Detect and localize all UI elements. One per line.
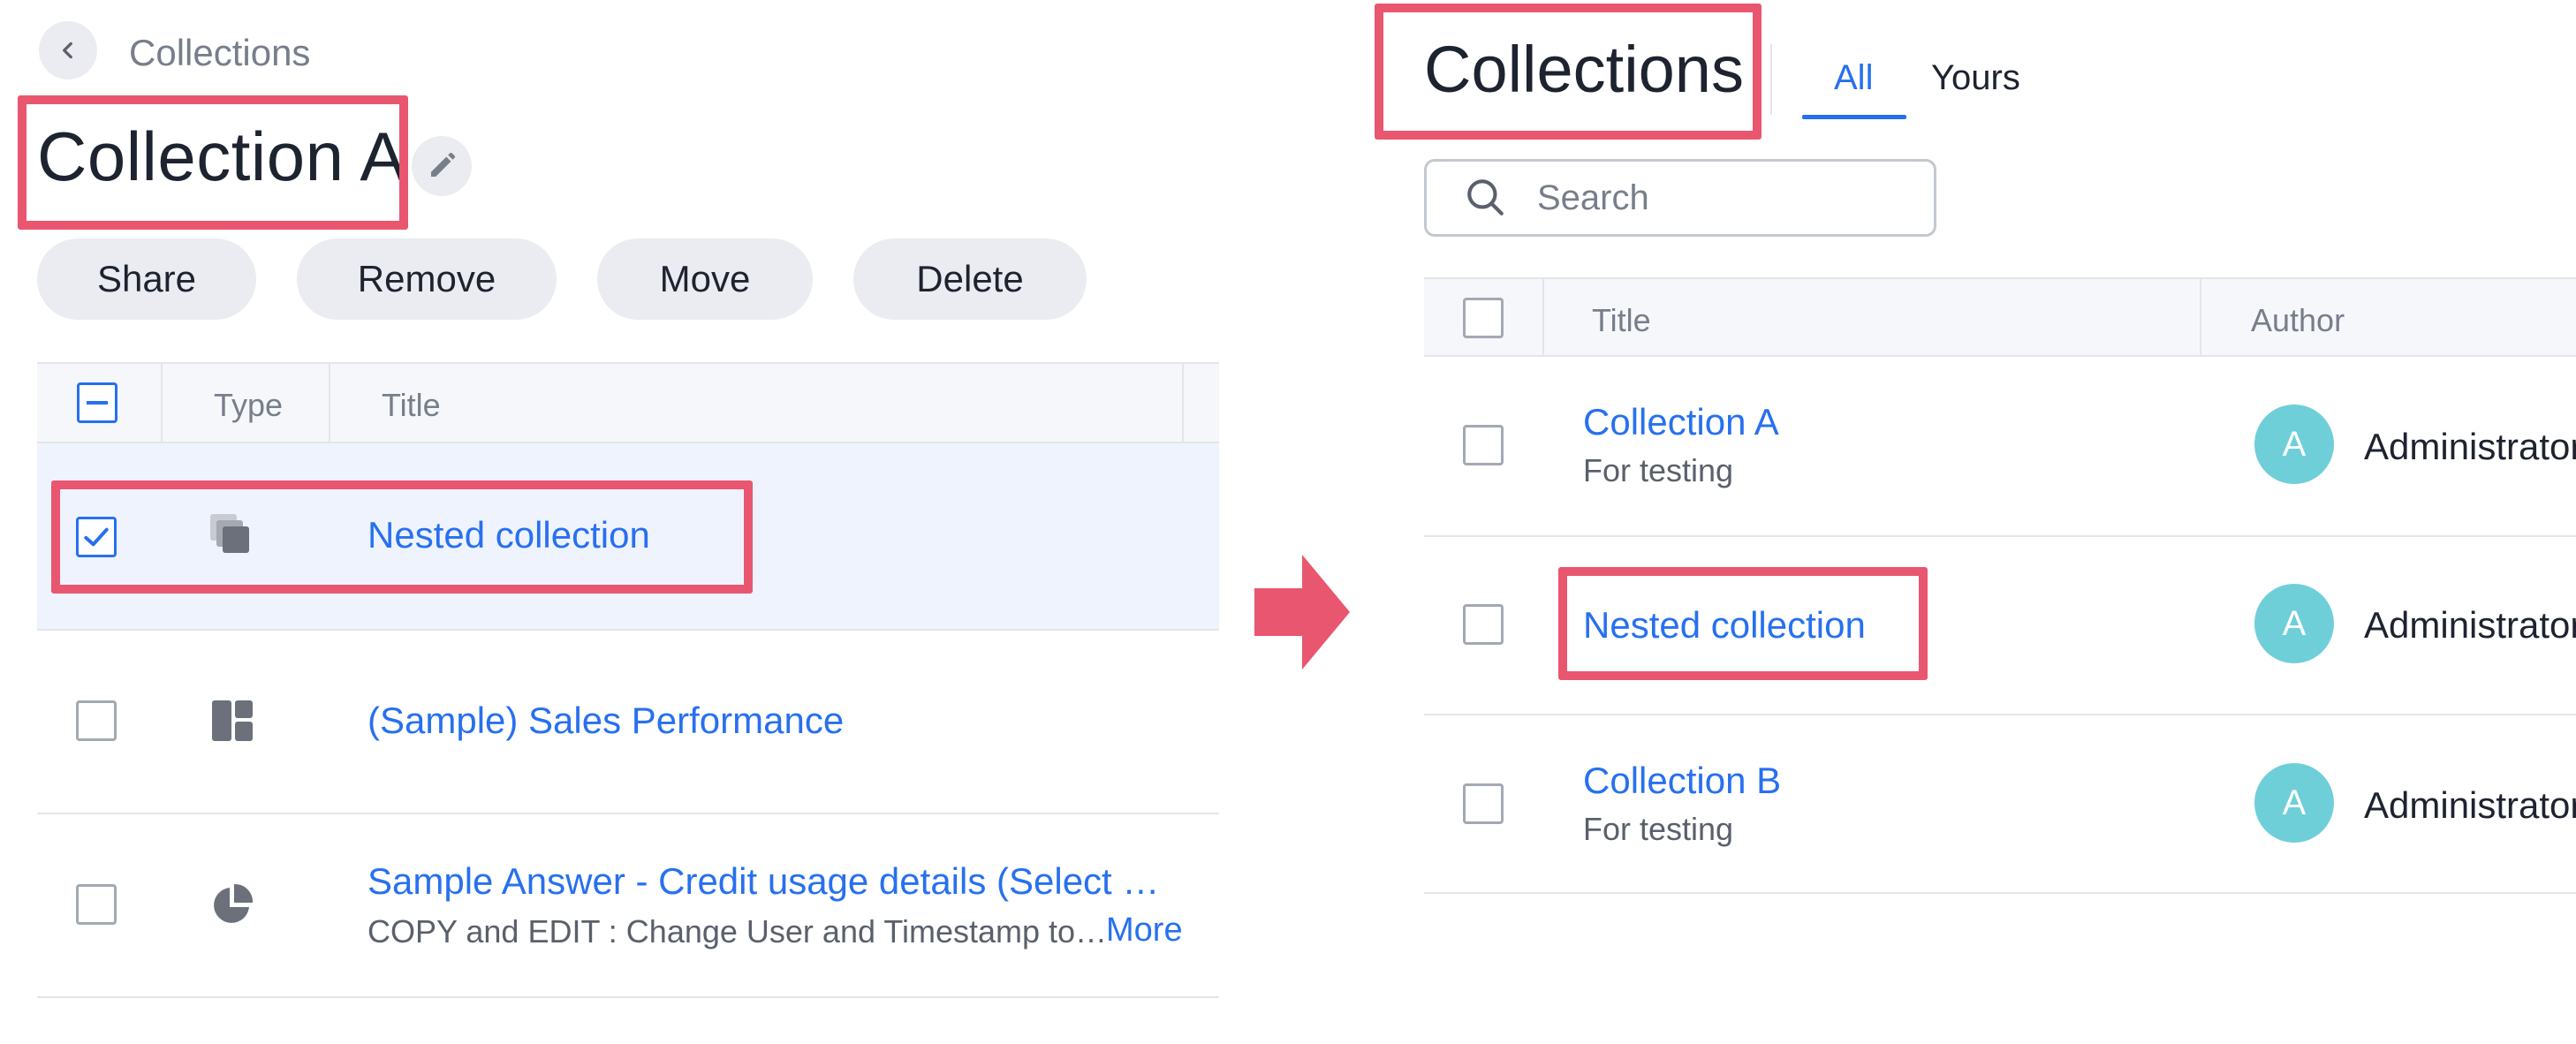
breadcrumb[interactable]: Collections [129, 32, 310, 74]
column-header-title[interactable]: Title [382, 387, 441, 424]
column-header-author[interactable]: Author [2251, 302, 2345, 339]
row-description: For testing [1583, 452, 1734, 488]
delete-button[interactable]: Delete [853, 238, 1087, 320]
search-icon [1467, 179, 1504, 216]
pie-chart-icon [214, 883, 254, 923]
select-all-checkbox[interactable] [77, 382, 117, 423]
row-checkbox[interactable] [76, 700, 117, 741]
row-checkbox[interactable] [1463, 425, 1504, 465]
header-divider [1770, 44, 1772, 115]
edit-title-button[interactable] [412, 136, 472, 196]
row-divider [1424, 714, 2576, 715]
row-title-link[interactable]: Collection B [1583, 760, 1781, 802]
move-button[interactable]: Move [597, 238, 813, 320]
column-divider [329, 364, 330, 442]
row-divider [37, 813, 1219, 814]
title-highlight [18, 95, 408, 230]
liveboard-icon [212, 700, 253, 741]
pencil-icon [431, 152, 456, 177]
column-header-type[interactable]: Type [214, 387, 283, 424]
column-header-title[interactable]: Title [1592, 302, 1651, 339]
row-title-link[interactable]: (Sample) Sales Performance [367, 700, 844, 742]
author-name: Administrator [2364, 784, 2576, 826]
tab-yours[interactable]: Yours [1931, 58, 2020, 98]
remove-button[interactable]: Remove [297, 238, 557, 320]
row-divider [1424, 535, 2576, 537]
row-divider [1424, 892, 2576, 894]
column-divider [161, 364, 163, 442]
table-header: Type Title [37, 362, 1219, 443]
chevron-left-icon [63, 42, 72, 59]
row-highlight [1558, 567, 1928, 680]
row-checkbox[interactable] [1463, 604, 1504, 645]
active-tab-indicator [1802, 115, 1906, 119]
column-divider [1542, 279, 1544, 355]
column-divider [2200, 279, 2201, 355]
column-divider [1182, 364, 1184, 442]
avatar: A [2254, 405, 2334, 484]
row-title-link[interactable]: Sample Answer - Credit usage details (Se… [367, 860, 1159, 903]
arrow-right-icon [1254, 555, 1350, 670]
share-button[interactable]: Share [37, 238, 256, 320]
avatar: A [2254, 584, 2334, 663]
row-title-link[interactable]: Collection A [1583, 401, 1779, 443]
back-button[interactable] [39, 21, 97, 79]
row-highlight [51, 480, 753, 594]
row-checkbox[interactable] [76, 884, 117, 925]
row-divider [37, 629, 1219, 631]
row-description: COPY and EDIT : Change User and Timestam… [367, 913, 1108, 949]
avatar: A [2254, 763, 2334, 843]
row-checkbox[interactable] [1463, 783, 1504, 824]
author-name: Administrator [2364, 426, 2576, 467]
row-divider [37, 996, 1219, 998]
table-header: Title Author [1424, 277, 2576, 357]
row-description: For testing [1583, 811, 1734, 847]
author-name: Administrator [2364, 604, 2576, 646]
select-all-checkbox[interactable] [1463, 298, 1504, 338]
more-link[interactable]: More [1106, 912, 1183, 949]
tab-all[interactable]: All [1834, 58, 1873, 98]
title-highlight [1375, 4, 1762, 140]
search-placeholder: Search [1537, 178, 1649, 217]
